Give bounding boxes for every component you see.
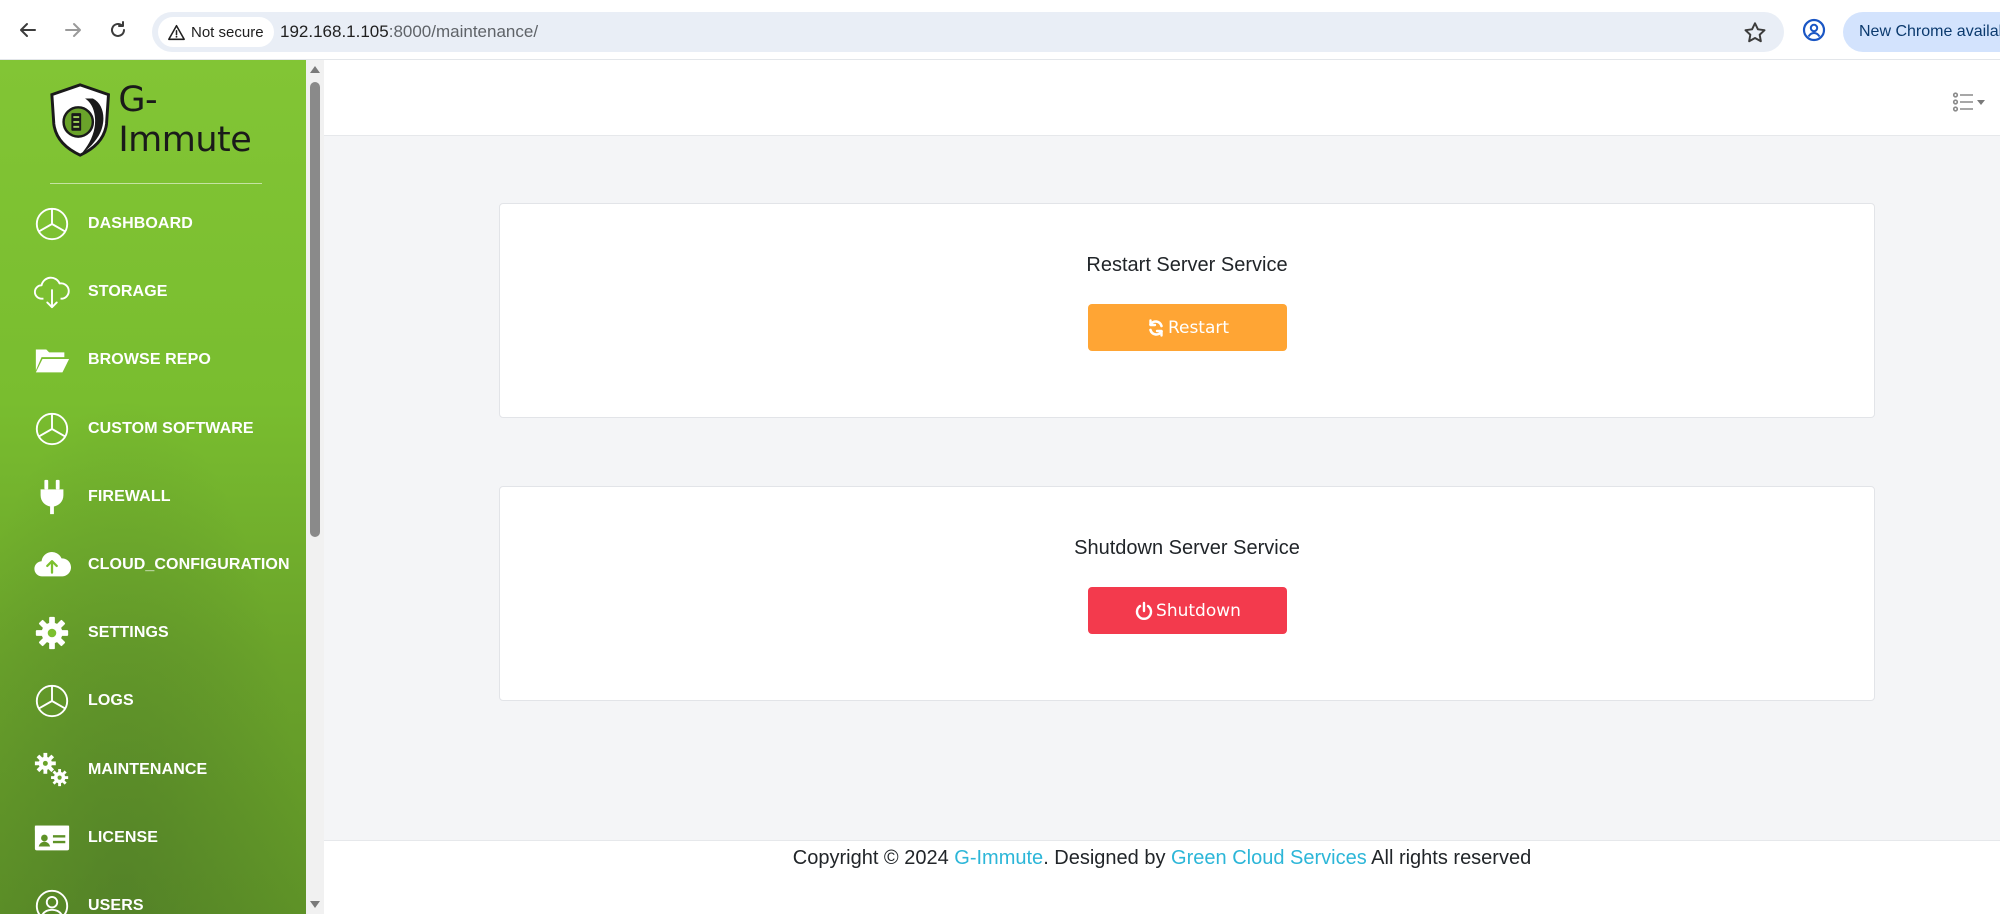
browser-toolbar: Not secure 192.168.1.105:8000/maintenanc… (0, 0, 2000, 60)
menu-toggle-button[interactable] (1952, 90, 1992, 114)
back-button[interactable] (12, 14, 44, 46)
sidebar-item-label: BROWSE REPO (88, 351, 211, 369)
copyright-text: Copyright © 2024 G-Immute. Designed by G… (324, 847, 2000, 870)
pie-chart-icon (32, 409, 72, 449)
shutdown-card: Shutdown Server Service Shutdown (499, 486, 1875, 701)
designed-by-text: . Designed by (1043, 847, 1172, 869)
plug-icon (32, 477, 72, 517)
gears-icon (32, 750, 72, 790)
sidebar-item-settings[interactable]: SETTINGS (0, 599, 306, 667)
sidebar-item-logs[interactable]: LOGS (0, 667, 306, 735)
forward-button[interactable] (57, 14, 89, 46)
cloud-upload-icon (32, 545, 72, 585)
gear-icon (32, 613, 72, 653)
sidebar: G-Immute DASHBOARD STORAGE BROWSE REPO C… (0, 60, 306, 914)
id-card-icon (32, 818, 72, 858)
sidebar-item-storage[interactable]: STORAGE (0, 258, 306, 326)
sidebar-item-label: FIREWALL (88, 487, 171, 505)
reload-icon (111, 21, 125, 37)
footer: Copyright © 2024 G-Immute. Designed by G… (324, 840, 2000, 914)
sidebar-item-custom-software[interactable]: CUSTOM SOFTWARE (0, 395, 306, 463)
brand-link[interactable]: G-Immute (954, 847, 1043, 869)
sidebar-item-label: MAINTENANCE (88, 760, 208, 778)
top-navbar (324, 60, 2000, 136)
shutdown-card-title: Shutdown Server Service (1074, 537, 1300, 559)
warning-icon (168, 24, 185, 40)
arrow-left-icon (20, 23, 36, 37)
power-icon (1135, 601, 1153, 620)
restart-card: Restart Server Service Restart (499, 203, 1875, 418)
sidebar-item-users[interactable]: USERS (0, 872, 306, 914)
sidebar-item-label: CUSTOM SOFTWARE (88, 419, 254, 437)
scroll-down-arrow-icon[interactable] (310, 901, 320, 908)
reload-button[interactable] (102, 14, 134, 46)
sidebar-item-maintenance[interactable]: MAINTENANCE (0, 736, 306, 804)
copyright-prefix: Copyright © 2024 (792, 847, 955, 869)
shutdown-button-label: Shutdown (1156, 600, 1241, 621)
brand-logo[interactable]: G-Immute (46, 80, 286, 160)
sidebar-scrollbar[interactable] (306, 60, 324, 914)
sidebar-item-label: DASHBOARD (88, 215, 193, 233)
restart-button[interactable]: Restart (1088, 304, 1287, 351)
brand-name: G-Immute (118, 80, 252, 160)
sidebar-nav: DASHBOARD STORAGE BROWSE REPO CUSTOM SOF… (0, 190, 306, 914)
sidebar-item-cloud-configuration[interactable]: CLOUD_CONFIGURATION (0, 531, 306, 599)
url-text[interactable]: 192.168.1.105:8000/maintenance/ (280, 22, 538, 42)
security-indicator[interactable]: Not secure (158, 17, 274, 47)
scroll-thumb[interactable] (310, 82, 320, 537)
chrome-update-button[interactable]: New Chrome available (1843, 12, 2000, 52)
rights-text: All rights reserved (1366, 847, 1532, 869)
profile-icon[interactable] (1800, 16, 1828, 44)
sidebar-item-label: LOGS (88, 692, 134, 710)
sidebar-item-label: USERS (88, 896, 144, 914)
sidebar-item-license[interactable]: LICENSE (0, 804, 306, 872)
shutdown-button[interactable]: Shutdown (1088, 587, 1287, 634)
sidebar-item-label: LICENSE (88, 828, 159, 846)
security-label: Not secure (191, 23, 264, 41)
url-path: :8000/maintenance/ (388, 22, 539, 41)
sidebar-item-label: CLOUD_CONFIGURATION (88, 556, 290, 574)
company-link[interactable]: Green Cloud Services (1171, 847, 1367, 869)
sidebar-item-dashboard[interactable]: DASHBOARD (0, 190, 306, 258)
refresh-icon (1149, 318, 1163, 337)
restart-card-title: Restart Server Service (1086, 254, 1288, 276)
folder-open-icon (32, 340, 72, 380)
sidebar-divider (50, 183, 262, 184)
cloud-download-icon (32, 272, 72, 312)
url-host: 192.168.1.105 (280, 22, 389, 41)
user-circle-icon (32, 886, 72, 914)
pie-chart-icon (32, 681, 72, 721)
shield-logo-icon (50, 83, 111, 157)
arrow-right-icon (65, 23, 81, 37)
scroll-up-arrow-icon[interactable] (310, 66, 320, 73)
sidebar-item-browse-repo[interactable]: BROWSE REPO (0, 326, 306, 394)
address-bar[interactable]: Not secure 192.168.1.105:8000/maintenanc… (152, 12, 1784, 52)
sidebar-item-label: SETTINGS (88, 624, 169, 642)
restart-button-label: Restart (1167, 317, 1230, 338)
caret-down-icon (1977, 99, 1985, 105)
sidebar-item-label: STORAGE (88, 283, 168, 301)
list-menu-icon (1952, 92, 1973, 112)
bookmark-star-icon[interactable] (1742, 20, 1768, 46)
sidebar-item-firewall[interactable]: FIREWALL (0, 463, 306, 531)
pie-chart-icon (32, 204, 72, 244)
